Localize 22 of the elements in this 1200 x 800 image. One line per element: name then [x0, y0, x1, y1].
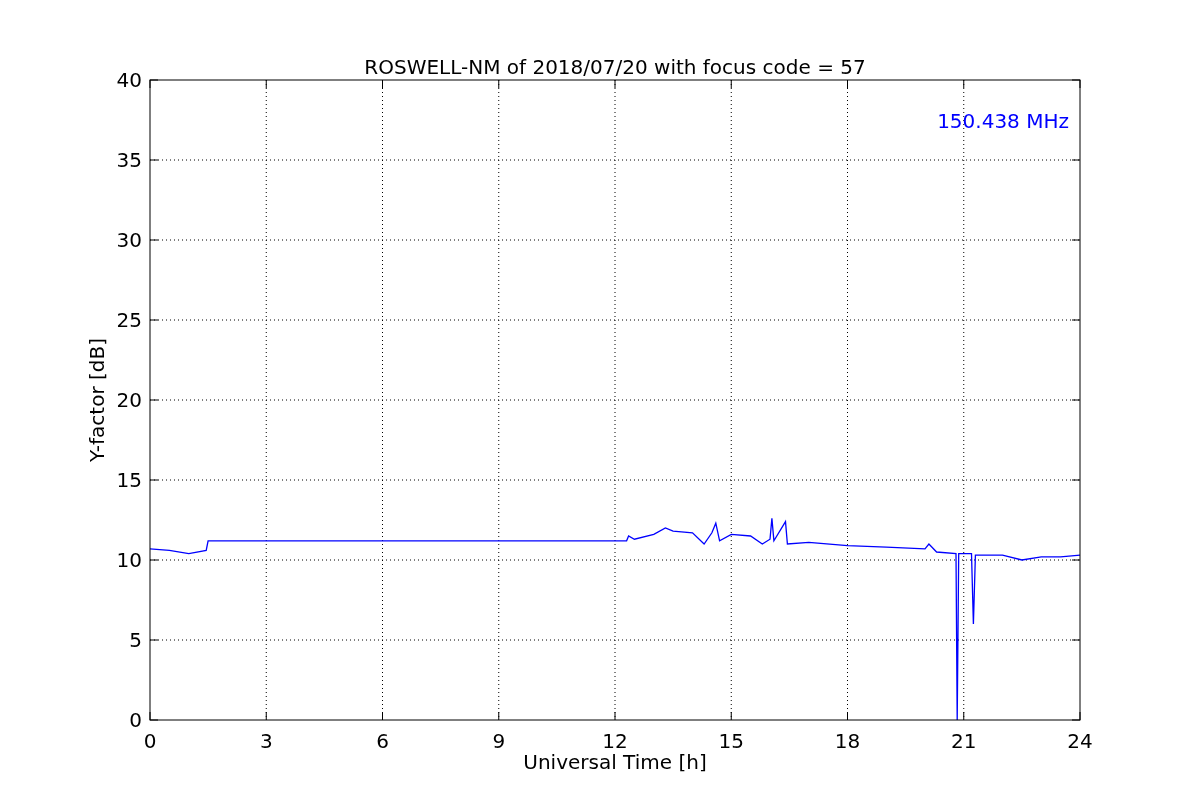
x-axis-label: Universal Time [h] — [523, 750, 707, 774]
x-tick-label: 12 — [602, 729, 628, 753]
y-axis-label: Y-factor [dB] — [85, 338, 109, 462]
y-tick-label: 0 — [129, 708, 142, 732]
x-tick-label: 15 — [718, 729, 744, 753]
chart-title: ROSWELL-NM of 2018/07/20 with focus code = 57 — [364, 55, 866, 79]
y-tick-label: 25 — [116, 308, 142, 332]
y-tick-label: 15 — [116, 468, 142, 492]
x-tick-label: 18 — [834, 729, 861, 753]
x-tick-label: 24 — [1067, 729, 1093, 753]
y-tick-label: 10 — [116, 548, 142, 572]
x-tick-label: 0 — [143, 729, 157, 753]
x-tick-label: 6 — [376, 729, 389, 753]
y-tick-label: 30 — [116, 228, 142, 252]
y-tick-label: 40 — [116, 68, 142, 92]
x-tick-label: 21 — [951, 729, 977, 753]
y-tick-label: 5 — [129, 628, 142, 652]
x-tick-label: 3 — [259, 729, 273, 753]
x-tick-label: 9 — [492, 729, 506, 753]
y-tick-label: 35 — [116, 148, 142, 172]
frequency-annotation: 150.438 MHz — [937, 109, 1069, 133]
y-tick-label: 20 — [116, 388, 142, 412]
